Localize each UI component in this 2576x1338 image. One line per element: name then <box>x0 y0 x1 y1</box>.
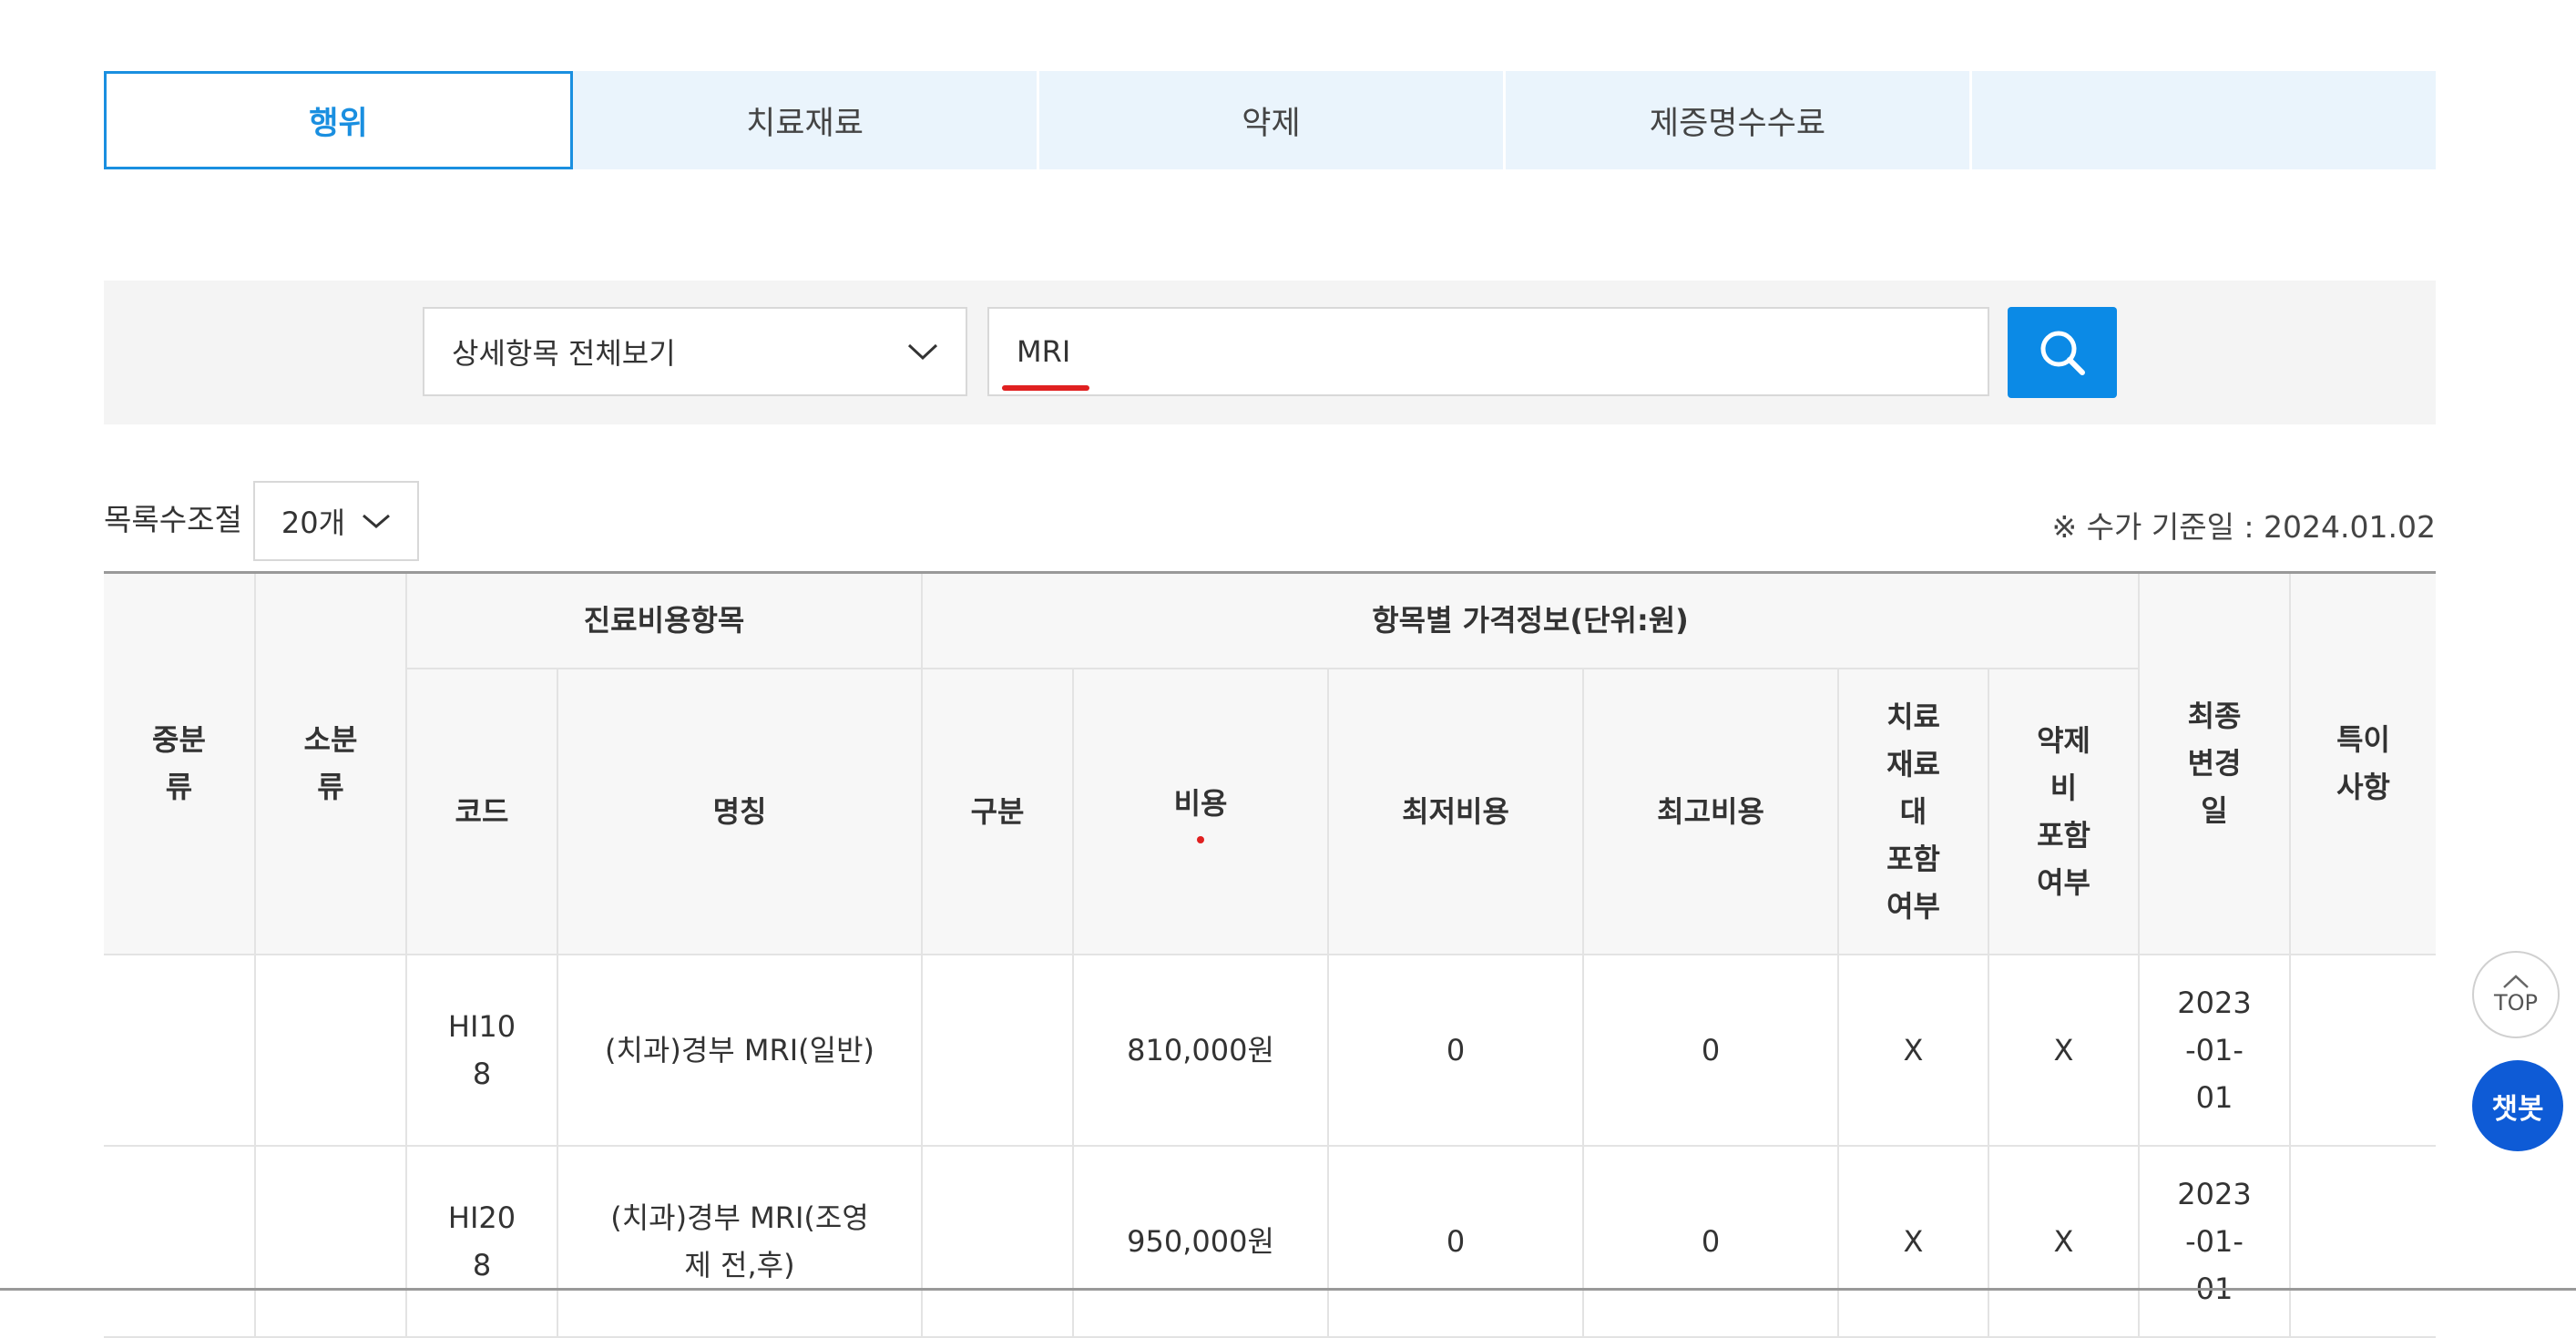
scroll-top-button[interactable]: TOP <box>2472 951 2560 1038</box>
cell-text: (치과)경부 MRI(조영제 전,후) <box>610 1200 869 1282</box>
cell-drug-included: X <box>1988 953 2141 1147</box>
tab-certificate-fees[interactable]: 제증명수수료 <box>1506 71 1972 169</box>
category-tabs: 행위 치료재료 약제 제증명수수료 <box>104 71 2436 169</box>
cell-code: HI208 <box>405 1144 558 1338</box>
highlight-dot <box>1197 835 1205 843</box>
header-label: 특이사항 <box>2336 722 2390 805</box>
viewport-bottom-divider <box>0 1288 2576 1291</box>
price-table-wrap: 중분류 소분류 진료비용항목 항목별 가격정보(단위:원) 최종변경일 특이사항… <box>104 571 2437 1338</box>
header-type: 구분 <box>921 667 1075 955</box>
chevron-down-icon <box>363 514 391 528</box>
header-label: 소분류 <box>303 722 358 805</box>
chevron-up-icon <box>2503 975 2529 988</box>
cell-remarks <box>2289 1144 2437 1338</box>
search-input[interactable]: MRI <box>987 307 1989 396</box>
tab-empty <box>1972 71 2436 169</box>
cell-text: HI208 <box>447 1200 516 1282</box>
cell-min-cost: 0 <box>1327 953 1585 1147</box>
tab-label: 약제 <box>1242 105 1301 142</box>
cell-max-cost: 0 <box>1582 953 1840 1147</box>
cell-max-cost: 0 <box>1582 1144 1840 1338</box>
cell-min-cost: 0 <box>1327 1144 1585 1338</box>
header-sub-category: 소분류 <box>254 571 407 955</box>
tab-treatment-materials[interactable]: 치료재료 <box>573 71 1039 169</box>
price-table: 중분류 소분류 진료비용항목 항목별 가격정보(단위:원) 최종변경일 특이사항… <box>104 571 2437 1338</box>
header-label: 비용 <box>1173 785 1228 821</box>
scope-select[interactable]: 상세항목 전체보기 <box>423 307 967 396</box>
tab-label: 치료재료 <box>746 105 864 142</box>
cell-remarks <box>2289 953 2437 1147</box>
header-group-item: 진료비용항목 <box>404 571 924 669</box>
list-count-label: 목록수조절 <box>104 502 242 537</box>
cell-type <box>921 953 1075 1147</box>
search-icon <box>2040 331 2085 375</box>
header-label: 치료재료대 포함여부 <box>1886 699 1940 924</box>
tab-label: 행위 <box>309 105 368 142</box>
cell-last-changed: 2023-01-01 <box>2138 953 2292 1147</box>
scope-select-value: 상세항목 전체보기 <box>452 336 676 371</box>
header-min-cost: 최저비용 <box>1327 667 1585 955</box>
chatbot-label: 챗봇 <box>2491 1092 2544 1126</box>
cell-last-changed: 2023-01-01 <box>2138 1144 2292 1338</box>
tab-procedure[interactable]: 행위 <box>104 71 573 169</box>
cell-name: (치과)경부 MRI(조영제 전,후) <box>556 1144 924 1338</box>
tab-drugs[interactable]: 약제 <box>1039 71 1506 169</box>
list-count-select[interactable]: 20개 <box>253 481 419 561</box>
cell-drug-included: X <box>1988 1144 2141 1338</box>
cell-text: 2023-01-01 <box>2177 985 2252 1115</box>
search-button[interactable] <box>2008 307 2117 398</box>
cell-sub-category <box>254 1144 407 1338</box>
tab-label: 제증명수수료 <box>1649 105 1826 142</box>
cell-type <box>921 1144 1075 1338</box>
scroll-top-label: TOP <box>2493 990 2539 1016</box>
cell-material-included: X <box>1837 1144 1990 1338</box>
header-last-changed: 최종변경일 <box>2138 571 2292 955</box>
cell-mid-category <box>104 953 256 1147</box>
cell-material-included: X <box>1837 953 1990 1147</box>
header-remarks: 특이사항 <box>2289 571 2437 955</box>
cell-cost: 950,000원 <box>1072 1144 1330 1338</box>
header-material-included: 치료재료대 포함여부 <box>1837 667 1990 955</box>
cell-name: (치과)경부 MRI(일반) <box>556 953 924 1147</box>
table-row: HI108 (치과)경부 MRI(일반) 810,000원 0 0 X X 20… <box>104 953 2437 1147</box>
cell-text: 2023-01-01 <box>2177 1176 2252 1306</box>
cell-code: HI108 <box>405 953 558 1147</box>
list-count-value: 20개 <box>281 506 346 540</box>
chatbot-button[interactable]: 챗봇 <box>2472 1060 2563 1151</box>
header-code: 코드 <box>406 667 558 955</box>
header-group-price: 항목별 가격정보(단위:원) <box>921 571 2141 669</box>
chevron-down-icon <box>907 343 938 361</box>
header-cost: 비용 <box>1072 667 1330 955</box>
header-max-cost: 최고비용 <box>1582 667 1840 955</box>
header-mid-category: 중분류 <box>104 571 256 955</box>
search-input-value: MRI <box>1017 334 1071 369</box>
highlight-underline <box>1002 385 1089 391</box>
cell-cost: 810,000원 <box>1072 953 1330 1147</box>
header-label: 최종변경일 <box>2187 699 2242 829</box>
cell-sub-category <box>254 953 407 1147</box>
header-label: 중분류 <box>152 722 206 805</box>
header-name: 명칭 <box>556 667 924 955</box>
header-drug-included: 약제비 포함여부 <box>1988 667 2140 955</box>
cell-mid-category <box>104 1144 256 1338</box>
cell-text: HI108 <box>447 1008 516 1091</box>
table-row: HI208 (치과)경부 MRI(조영제 전,후) 950,000원 0 0 X… <box>104 1144 2437 1338</box>
header-label: 약제비 포함여부 <box>2037 722 2090 900</box>
base-date-note: ※ 수가 기준일 : 2024.01.02 <box>2051 509 2436 545</box>
